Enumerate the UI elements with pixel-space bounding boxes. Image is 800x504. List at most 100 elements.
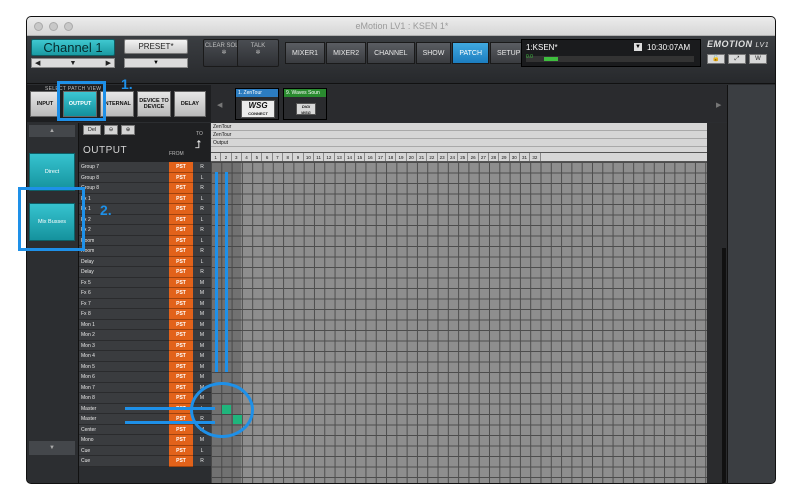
- column-number: 21: [417, 153, 428, 161]
- row-name: Mon 3: [79, 340, 169, 351]
- row-name: Mon 7: [79, 382, 169, 393]
- device-card-zentour[interactable]: 1. ZenTour WSG CONNECT: [235, 88, 279, 120]
- tab-show[interactable]: SHOW: [415, 42, 452, 64]
- scroll-down-icon[interactable]: ▼: [29, 441, 75, 455]
- grid-header: Del ⊖ ⊕ OUTPUT FROM TO ⮥: [79, 123, 210, 163]
- delete-button[interactable]: Del: [83, 125, 101, 135]
- source-row[interactable]: Mon 6 PST M: [79, 372, 211, 383]
- source-row[interactable]: Room PST R: [79, 246, 211, 257]
- annotation-box-mix-busses: [18, 187, 85, 251]
- source-type-badge: PST: [169, 372, 193, 383]
- tab-channel[interactable]: CHANNEL: [367, 42, 415, 64]
- channel-type-column: ▲ Direct Mix Busses ▼: [27, 123, 79, 483]
- destination-channel-numbers: 1 2 3 4 5 6 7 8 9 10 11 12 13 14 15 16 17 18 19 20 21 22 23 24 2…: [211, 153, 707, 162]
- prev-arrow-icon[interactable]: ◀: [35, 59, 40, 67]
- preset-button[interactable]: PRESET*: [124, 39, 188, 54]
- source-type-badge: PST: [169, 319, 193, 330]
- source-row[interactable]: Group 8 PST L: [79, 172, 211, 183]
- source-type-badge: PST: [169, 424, 193, 435]
- column-number: 10: [304, 153, 314, 161]
- column-number: 20: [407, 153, 417, 161]
- patch-view-device-to-device[interactable]: DEVICE TO DEVICE: [137, 91, 171, 117]
- channel-type-direct[interactable]: Direct: [29, 153, 75, 191]
- source-row[interactable]: Delay PST R: [79, 267, 211, 278]
- channel-nav-arrows[interactable]: ◀ ▼ ▶: [31, 58, 115, 68]
- source-row[interactable]: Mon 7 PST M: [79, 382, 211, 393]
- expand-icon[interactable]: ⤢: [728, 54, 746, 64]
- lock-icon[interactable]: 🔓: [707, 54, 725, 64]
- source-row[interactable]: Mon 3 PST M: [79, 340, 211, 351]
- source-row[interactable]: Fx 8 PST M: [79, 309, 211, 320]
- source-row[interactable]: Fx 1 PST R: [79, 204, 211, 215]
- source-type-badge: PST: [169, 162, 193, 173]
- patch-matrix[interactable]: [211, 162, 707, 483]
- source-row[interactable]: Mon 5 PST M: [79, 361, 211, 372]
- waves-icon[interactable]: W: [749, 54, 767, 64]
- source-type-badge: PST: [169, 288, 193, 299]
- source-row[interactable]: Fx 2 PST L: [79, 214, 211, 225]
- device-card-waves-soundgrid[interactable]: 9. Waves Soun DiGi WSG: [283, 88, 327, 120]
- zoom-out-icon[interactable]: ⊖: [104, 125, 118, 135]
- source-row[interactable]: Cue PST R: [79, 456, 211, 467]
- source-row[interactable]: Fx 2 PST R: [79, 225, 211, 236]
- patch-view-delay[interactable]: DELAY: [174, 91, 206, 117]
- column-number: 13: [335, 153, 345, 161]
- tab-mixer1[interactable]: MIXER1: [285, 42, 326, 64]
- row-name: Fx 1: [79, 204, 169, 215]
- tab-mixer2[interactable]: MIXER2: [326, 42, 367, 64]
- row-name: Center: [79, 424, 169, 435]
- from-label: FROM: [169, 151, 184, 157]
- channel-name-display[interactable]: Channel 1: [31, 39, 115, 56]
- dest-type: Output: [211, 139, 707, 147]
- source-type-badge: PST: [169, 235, 193, 246]
- source-row[interactable]: Group 8 PST R: [79, 183, 211, 194]
- column-number: 22: [427, 153, 438, 161]
- source-row[interactable]: Fx 1 PST L: [79, 193, 211, 204]
- scroll-left-icon[interactable]: ◀: [217, 101, 222, 109]
- source-row[interactable]: Delay PST L: [79, 256, 211, 267]
- row-name: Delay: [79, 256, 169, 267]
- source-type-badge: PST: [169, 330, 193, 341]
- row-name: Fx 5: [79, 277, 169, 288]
- scroll-up-icon[interactable]: ▲: [29, 125, 75, 137]
- dropdown-icon[interactable]: ▼: [70, 60, 77, 67]
- zoom-in-icon[interactable]: ⊕: [121, 125, 135, 135]
- row-name: Mon 2: [79, 330, 169, 341]
- source-row[interactable]: Mon 1 PST M: [79, 319, 211, 330]
- row-name: Mon 6: [79, 372, 169, 383]
- channel-side: L: [193, 235, 211, 246]
- source-row[interactable]: Mono PST M: [79, 435, 211, 446]
- patch-view-input[interactable]: INPUT: [30, 91, 60, 117]
- source-row[interactable]: Fx 7 PST M: [79, 298, 211, 309]
- source-row[interactable]: Mon 2 PST M: [79, 330, 211, 341]
- gear-icon: ✲: [221, 50, 227, 56]
- meter-label: 0.0: [526, 54, 533, 60]
- source-row[interactable]: Fx 5 PST M: [79, 277, 211, 288]
- level-meter: [526, 56, 694, 62]
- source-row[interactable]: Mon 4 PST M: [79, 351, 211, 362]
- source-row[interactable]: Center PST M: [79, 424, 211, 435]
- column-number: 31: [520, 153, 531, 161]
- source-type-badge: PST: [169, 393, 193, 404]
- annotation-number-1: 1.: [121, 76, 133, 92]
- session-dropdown-icon[interactable]: ▼: [634, 43, 642, 51]
- scroll-right-icon[interactable]: ▶: [716, 101, 721, 109]
- source-type-badge: PST: [169, 225, 193, 236]
- channel-side: R: [193, 183, 211, 194]
- row-name: Mon 1: [79, 319, 169, 330]
- wsg-connect-logo: WSG CONNECT: [241, 100, 275, 118]
- next-arrow-icon[interactable]: ▶: [106, 59, 111, 67]
- column-number: 19: [396, 153, 407, 161]
- preset-dropdown-icon[interactable]: ▼: [124, 58, 188, 68]
- tab-patch[interactable]: PATCH: [452, 42, 490, 64]
- source-row[interactable]: Room PST L: [79, 235, 211, 246]
- source-row[interactable]: Fx 6 PST M: [79, 288, 211, 299]
- channel-side: L: [193, 214, 211, 225]
- source-row[interactable]: Group 7 PST R: [79, 162, 211, 173]
- vertical-scrollbar[interactable]: [707, 123, 727, 483]
- scrollbar-thumb[interactable]: [722, 248, 726, 483]
- annotation-number-2: 2.: [100, 202, 112, 218]
- talk-button[interactable]: TALK ✲: [237, 39, 279, 67]
- source-row[interactable]: Cue PST L: [79, 445, 211, 456]
- row-name: Cue: [79, 445, 169, 456]
